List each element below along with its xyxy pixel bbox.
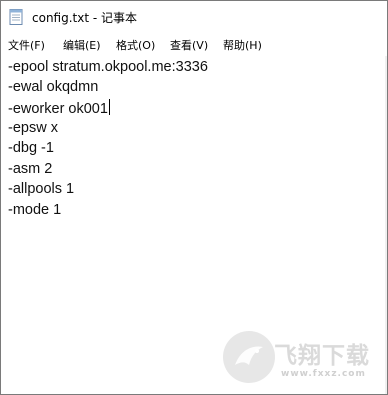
- editor-line: -epool stratum.okpool.me:3336: [8, 59, 208, 75]
- notepad-icon: [9, 9, 23, 25]
- editor-line: -epsw x: [8, 120, 58, 136]
- title-bar[interactable]: config.txt - 记事本: [1, 1, 387, 34]
- editor-line: -eworker ok001: [8, 99, 110, 117]
- watermark-url: www.fxxz.com: [281, 369, 366, 379]
- text-caret: [108, 99, 110, 115]
- vertical-scrollbar-edge[interactable]: [385, 56, 387, 394]
- editor-line-text: -eworker ok001: [8, 101, 108, 117]
- menu-bar: 文件(F) 编辑(E) 格式(O) 查看(V) 帮助(H): [1, 34, 387, 56]
- watermark-brand: 飞翔下载: [274, 343, 370, 369]
- window-title: config.txt - 记事本: [32, 11, 138, 25]
- editor-line: -dbg -1: [8, 140, 54, 156]
- menu-help[interactable]: 帮助(H): [223, 37, 262, 53]
- editor-line: -asm 2: [8, 161, 53, 177]
- editor-line: -mode 1: [8, 202, 62, 218]
- bird-logo-icon: [223, 331, 275, 383]
- menu-view[interactable]: 查看(V): [170, 37, 208, 53]
- menu-file[interactable]: 文件(F): [8, 37, 45, 53]
- menu-format[interactable]: 格式(O): [116, 37, 155, 53]
- watermark: 飞翔下载 www.fxxz.com: [223, 331, 385, 387]
- editor-line: -allpools 1: [8, 181, 75, 197]
- menu-edit[interactable]: 编辑(E): [63, 37, 101, 53]
- editor-line: -ewal okqdmn: [8, 79, 99, 95]
- notepad-window: config.txt - 记事本 文件(F) 编辑(E) 格式(O) 查看(V)…: [0, 0, 388, 395]
